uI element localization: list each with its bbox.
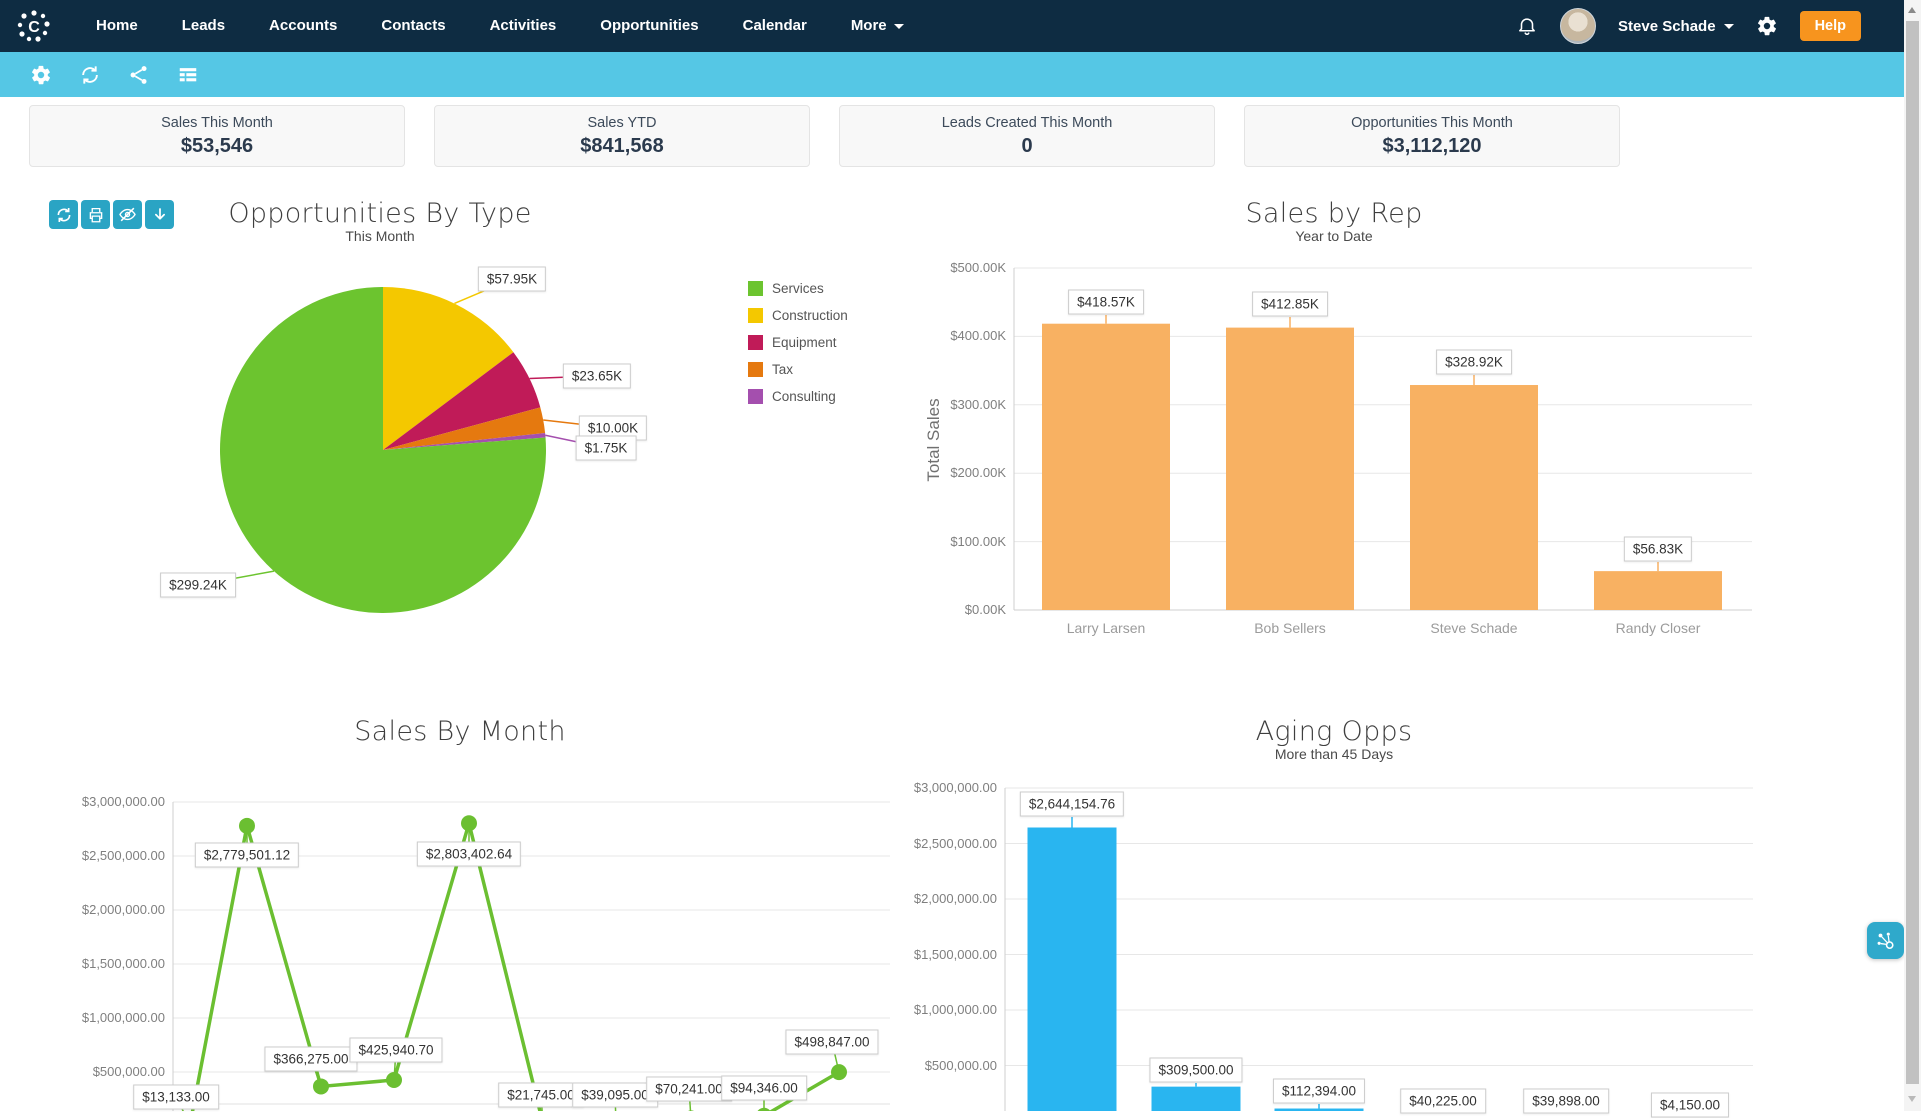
aging-chart-title: Aging Opps xyxy=(1084,716,1584,747)
chevron-down-icon xyxy=(1724,24,1734,29)
refresh-icon xyxy=(55,206,73,224)
settings-gear-icon[interactable] xyxy=(30,64,52,86)
point-callout-line xyxy=(615,1095,616,1111)
sales-line xyxy=(190,823,839,1111)
legend-swatch-construction xyxy=(748,308,763,323)
nav-item-label: More xyxy=(851,0,887,52)
nav-item-opportunities[interactable]: Opportunities xyxy=(578,0,720,52)
nav-item-label: Activities xyxy=(490,0,557,52)
legend-item-services[interactable]: Services xyxy=(748,281,848,296)
legend-swatch-consulting xyxy=(748,389,763,404)
point-callout-line xyxy=(541,1095,543,1111)
legend-item-equipment[interactable]: Equipment xyxy=(748,335,848,350)
nav-item-label: Home xyxy=(96,0,138,52)
legend-label: Services xyxy=(772,281,824,296)
bar-bob-sellers xyxy=(1226,328,1354,610)
pie-callout-line xyxy=(198,571,274,585)
nav-item-contacts[interactable]: Contacts xyxy=(359,0,467,52)
vertical-scrollbar[interactable] xyxy=(1904,0,1921,1111)
bar-1 xyxy=(1152,1087,1241,1111)
hide-labels-button[interactable] xyxy=(113,200,142,229)
pie-callout-line xyxy=(543,420,613,428)
primary-nav: Home Leads Accounts Contacts Activities Oppor… xyxy=(74,0,926,52)
dashboard-toolbar xyxy=(0,52,1921,97)
refresh-icon[interactable] xyxy=(79,64,101,86)
chart-actions xyxy=(49,200,174,229)
print-chart-button[interactable] xyxy=(81,200,110,229)
nav-right: Steve Schade Help xyxy=(1516,8,1861,44)
scroll-down-arrow[interactable] xyxy=(1908,1096,1916,1102)
legend-swatch-tax xyxy=(748,362,763,377)
pie-legend: Services Construction Equipment Tax Consulti… xyxy=(748,281,848,416)
legend-swatch-services xyxy=(748,281,763,296)
help-button[interactable]: Help xyxy=(1800,11,1861,41)
bar-0 xyxy=(1028,827,1117,1111)
share-icon[interactable] xyxy=(128,64,150,86)
nav-item-label: Contacts xyxy=(381,0,445,52)
line-marker-3 xyxy=(386,1072,402,1088)
point-callout-line xyxy=(689,1089,691,1111)
bar-larry-larsen xyxy=(1042,324,1170,610)
nav-item-label: Accounts xyxy=(269,0,337,52)
hide-labels-icon xyxy=(118,205,137,224)
nav-item-activities[interactable]: Activities xyxy=(468,0,579,52)
list-view-icon[interactable] xyxy=(177,64,199,86)
user-name-label: Steve Schade xyxy=(1618,18,1716,35)
nav-item-label: Opportunities xyxy=(600,0,698,52)
settings-gear-icon[interactable] xyxy=(1756,15,1778,37)
download-icon xyxy=(151,206,169,224)
nav-item-leads[interactable]: Leads xyxy=(160,0,247,52)
line-marker-4 xyxy=(461,815,477,831)
bar-steve-schade xyxy=(1410,385,1538,610)
aging-chart-subtitle: More than 45 Days xyxy=(1084,746,1584,762)
top-navbar: C Home Leads Accounts Contacts Activities Opp… xyxy=(0,0,1921,52)
charts-canvas xyxy=(0,0,1921,1111)
user-menu[interactable]: Steve Schade xyxy=(1618,18,1734,35)
legend-label: Tax xyxy=(772,362,793,377)
line-marker-2 xyxy=(313,1078,329,1094)
line-marker-1 xyxy=(239,818,255,834)
refresh-chart-button[interactable] xyxy=(49,200,78,229)
pie-callout-line xyxy=(454,279,512,303)
journey-nodes-icon xyxy=(1875,930,1897,952)
nav-item-calendar[interactable]: Calendar xyxy=(721,0,829,52)
nav-item-more[interactable]: More xyxy=(829,0,926,52)
chevron-down-icon xyxy=(894,24,904,29)
app-logo[interactable]: C xyxy=(14,6,54,46)
legend-label: Equipment xyxy=(772,335,837,350)
nav-item-label: Leads xyxy=(182,0,225,52)
user-avatar[interactable] xyxy=(1560,8,1596,44)
download-chart-button[interactable] xyxy=(145,200,174,229)
nav-item-accounts[interactable]: Accounts xyxy=(247,0,359,52)
scrollbar-thumb[interactable] xyxy=(1906,21,1919,1084)
bar-randy-closer xyxy=(1594,571,1722,610)
month-chart-title: Sales By Month xyxy=(210,716,710,747)
scroll-up-arrow[interactable] xyxy=(1908,7,1916,13)
notifications-bell-icon[interactable] xyxy=(1516,15,1538,37)
pie-callout-line xyxy=(530,376,597,379)
rep-chart-title: Sales by Rep xyxy=(1084,198,1584,229)
rep-chart-subtitle: Year to Date xyxy=(1084,228,1584,244)
pie-callout-line xyxy=(545,435,606,448)
pie-chart-subtitle: This Month xyxy=(130,228,630,244)
print-icon xyxy=(87,206,105,224)
pie-chart-title: Opportunities By Type xyxy=(130,198,630,229)
rep-y-axis-title: Total Sales xyxy=(924,380,944,500)
nav-item-label: Calendar xyxy=(743,0,807,52)
legend-swatch-equipment xyxy=(748,335,763,350)
nav-item-home[interactable]: Home xyxy=(74,0,160,52)
legend-item-consulting[interactable]: Consulting xyxy=(748,389,848,404)
legend-item-construction[interactable]: Construction xyxy=(748,308,848,323)
legend-label: Construction xyxy=(772,308,848,323)
quick-actions-fab[interactable] xyxy=(1867,922,1904,959)
svg-text:C: C xyxy=(28,19,40,36)
line-marker-9 xyxy=(831,1064,847,1080)
legend-item-tax[interactable]: Tax xyxy=(748,362,848,377)
legend-label: Consulting xyxy=(772,389,836,404)
